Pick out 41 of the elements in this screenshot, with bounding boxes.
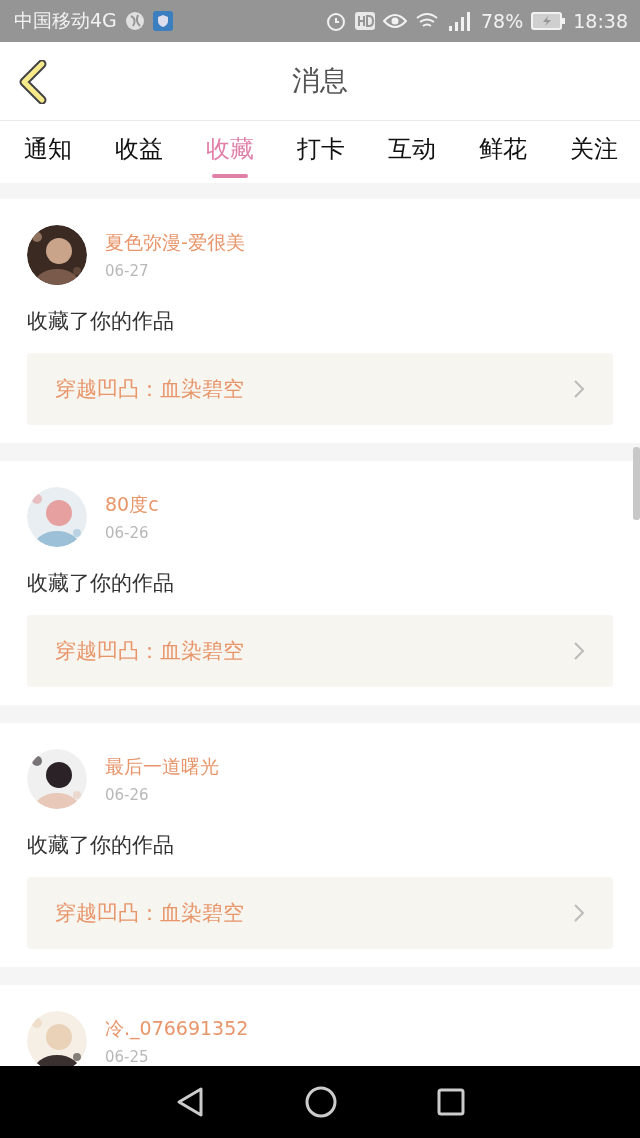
user-name[interactable]: 最后一道曙光 — [105, 754, 219, 780]
message-text: 收藏了你的作品 — [27, 570, 175, 597]
wifi-icon — [415, 12, 439, 30]
work-link[interactable]: 穿越凹凸：血染碧空 — [27, 877, 613, 949]
user-name[interactable]: 冷._076691352 — [105, 1016, 249, 1042]
tab[interactable]: 收益 — [109, 121, 169, 183]
message-text: 收藏了你的作品 — [27, 832, 175, 859]
work-link[interactable]: 穿越凹凸：血染碧空 — [27, 353, 613, 425]
message-date: 06-27 — [105, 262, 150, 280]
scrollbar[interactable] — [633, 447, 640, 520]
chevron-right-icon — [573, 379, 585, 399]
page-title: 消息 — [292, 63, 348, 99]
message-date: 06-26 — [105, 524, 150, 542]
shield-icon — [152, 11, 173, 31]
chevron-right-icon — [573, 903, 585, 923]
chevron-right-icon — [573, 641, 585, 661]
hd-icon — [355, 12, 375, 30]
user-name[interactable]: 80度c — [105, 492, 159, 518]
work-link[interactable]: 穿越凹凸：血染碧空 — [27, 615, 613, 687]
battery-percent: 78% — [481, 10, 524, 32]
eye-icon — [383, 13, 407, 29]
tab[interactable]: 关注 — [564, 121, 624, 183]
alarm-clock-icon — [325, 10, 347, 32]
battery-icon — [531, 12, 566, 30]
carrier-label: 中国移动4G — [14, 8, 117, 33]
back-button[interactable] — [18, 60, 48, 104]
tab[interactable]: 通知 — [18, 121, 78, 183]
signal-icon — [447, 11, 473, 31]
clock-time: 18:38 — [573, 10, 628, 32]
message-date: 06-26 — [105, 786, 150, 804]
recents-button[interactable] — [437, 1088, 465, 1116]
user-name[interactable]: 夏色弥漫-爱很美 — [105, 230, 245, 256]
back-nav-button[interactable] — [175, 1086, 205, 1118]
tab[interactable]: 鲜花 — [473, 121, 533, 183]
message-date: 06-25 — [105, 1048, 150, 1066]
tab[interactable]: 打卡 — [291, 121, 351, 183]
home-button[interactable] — [305, 1086, 337, 1118]
tab[interactable]: 互动 — [382, 121, 442, 183]
tab[interactable]: 收藏 — [200, 121, 260, 183]
globe-icon — [124, 11, 145, 31]
message-text: 收藏了你的作品 — [27, 308, 175, 335]
